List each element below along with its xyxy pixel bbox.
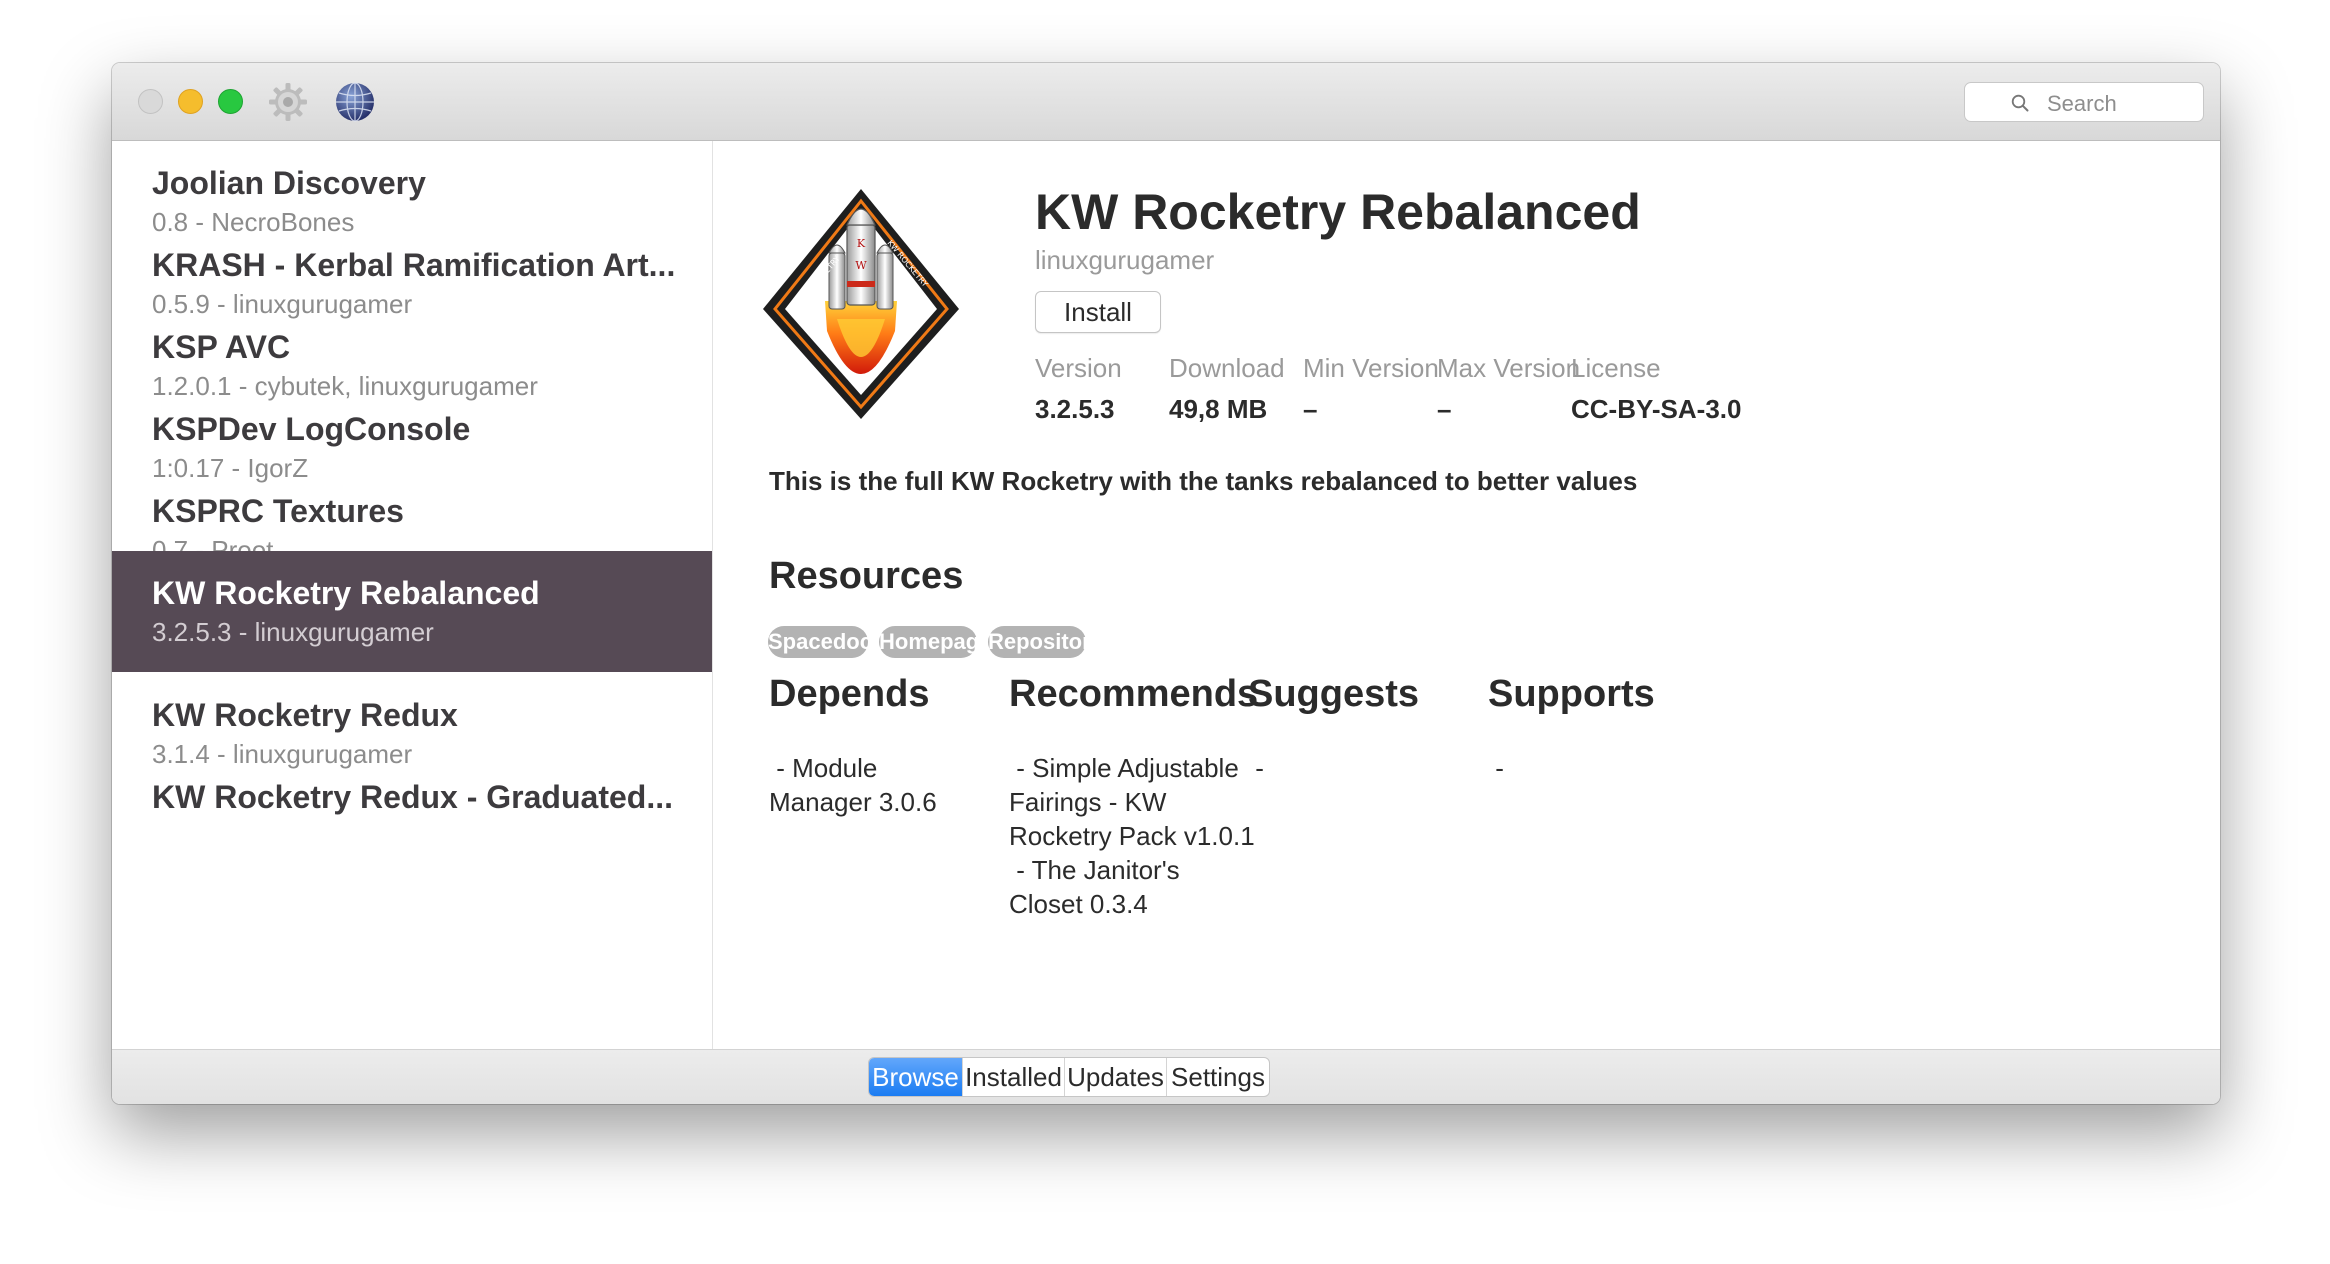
supports-heading: Supports — [1488, 673, 1655, 715]
repository-link[interactable]: Repository — [988, 626, 1103, 658]
relation-line: - — [1248, 753, 1264, 783]
relation-line: Closet 0.3.4 — [1009, 889, 1148, 919]
relation-line: Manager 3.0.6 — [769, 787, 937, 817]
globe-icon[interactable] — [334, 81, 376, 123]
mod-name: KSPDev LogConsole — [152, 411, 471, 447]
search-icon — [2011, 94, 2029, 112]
tab-settings[interactable]: Settings — [1167, 1058, 1269, 1096]
title-bar: Search — [112, 63, 2220, 141]
meta-version: Version 3.2.5.3 — [1035, 353, 1122, 425]
view-tabs: Browse Installed Updates Settings — [868, 1057, 1270, 1097]
meta-value: – — [1437, 394, 1452, 424]
homepage-link[interactable]: Homepage — [879, 626, 991, 658]
relation-line: - Simple Adjustable — [1009, 753, 1239, 783]
svg-text:W: W — [855, 259, 867, 272]
svg-text:K: K — [857, 237, 866, 250]
mod-name: KSP AVC — [152, 329, 291, 365]
suggests-heading: Suggests — [1248, 673, 1420, 715]
tab-updates[interactable]: Updates — [1065, 1058, 1167, 1096]
install-button[interactable]: Install — [1035, 291, 1161, 333]
mod-name: KSPRC Textures — [152, 493, 404, 529]
meta-label: Version — [1035, 353, 1122, 383]
relation-line: - Module — [769, 753, 878, 783]
mod-detail-panel: K W KW ROCKETRY KW ROCKETRY KW Rocketry … — [713, 141, 2220, 1049]
tab-installed[interactable]: Installed — [963, 1058, 1065, 1096]
search-field[interactable]: Search — [1964, 82, 2204, 122]
tab-browse[interactable]: Browse — [869, 1058, 963, 1096]
list-item[interactable]: KW Rocketry Redux - Graduated... — [112, 755, 712, 876]
meta-value: CC-BY-SA-3.0 — [1571, 394, 1742, 424]
meta-label: License — [1571, 353, 1661, 383]
kw-rocketry-logo: K W KW ROCKETRY KW ROCKETRY — [763, 189, 959, 419]
mod-name: Joolian Discovery — [152, 165, 426, 201]
relation-line: - — [1488, 753, 1504, 783]
depends-heading: Depends — [769, 673, 930, 715]
minimize-window-button[interactable] — [178, 89, 203, 114]
mod-author: linuxgurugamer — [1035, 245, 1215, 275]
recommends-heading: Recommends — [1009, 673, 1259, 715]
relation-line: - The Janitor's — [1009, 855, 1180, 885]
meta-download: Download 49,8 MB — [1169, 353, 1285, 425]
mod-name: KRASH - Kerbal Ramification Art... — [152, 247, 676, 283]
mod-version-author: 3.2.5.3 - linuxgurugamer — [152, 617, 434, 647]
relation-line: Rocketry Pack v1.0.1 — [1009, 821, 1255, 851]
mod-name: KW Rocketry Redux - Graduated... — [152, 779, 673, 815]
suggests-list: - — [1248, 751, 1498, 785]
gear-icon[interactable] — [267, 81, 309, 123]
supports-list: - — [1488, 751, 1738, 785]
meta-min-version: Min Version – — [1303, 353, 1439, 425]
mod-title: KW Rocketry Rebalanced — [1035, 184, 1641, 240]
meta-label: Download — [1169, 353, 1285, 383]
mod-list[interactable]: Joolian Discovery 0.8 - NecroBones KRASH… — [112, 141, 713, 1049]
recommends-list: - Simple Adjustable Fairings - KW Rocket… — [1009, 751, 1259, 921]
relation-line: Fairings - KW — [1009, 787, 1167, 817]
mod-description: This is the full KW Rocketry with the ta… — [769, 466, 1638, 496]
app-window: Search Joolian Discovery 0.8 - NecroBone… — [112, 63, 2220, 1104]
meta-value: 3.2.5.3 — [1035, 394, 1115, 424]
meta-max-version: Max Version – — [1437, 353, 1580, 425]
close-window-button[interactable] — [138, 89, 163, 114]
maximize-window-button[interactable] — [218, 89, 243, 114]
meta-value: – — [1303, 394, 1318, 424]
search-placeholder: Search — [2047, 91, 2117, 116]
resources-heading: Resources — [769, 555, 964, 597]
mod-name: KW Rocketry Redux — [152, 697, 458, 733]
mod-name: KW Rocketry Rebalanced — [152, 575, 540, 611]
meta-license: License CC-BY-SA-3.0 — [1571, 353, 1741, 425]
meta-value: 49,8 MB — [1169, 394, 1268, 424]
meta-label: Min Version — [1303, 353, 1439, 383]
depends-list: - Module Manager 3.0.6 — [769, 751, 1019, 819]
spacedock-link[interactable]: Spacedock — [768, 626, 884, 658]
list-item-selected[interactable]: KW Rocketry Rebalanced 3.2.5.3 - linuxgu… — [112, 551, 712, 672]
bottom-bar: Browse Installed Updates Settings — [112, 1049, 2220, 1104]
meta-label: Max Version — [1437, 353, 1581, 383]
